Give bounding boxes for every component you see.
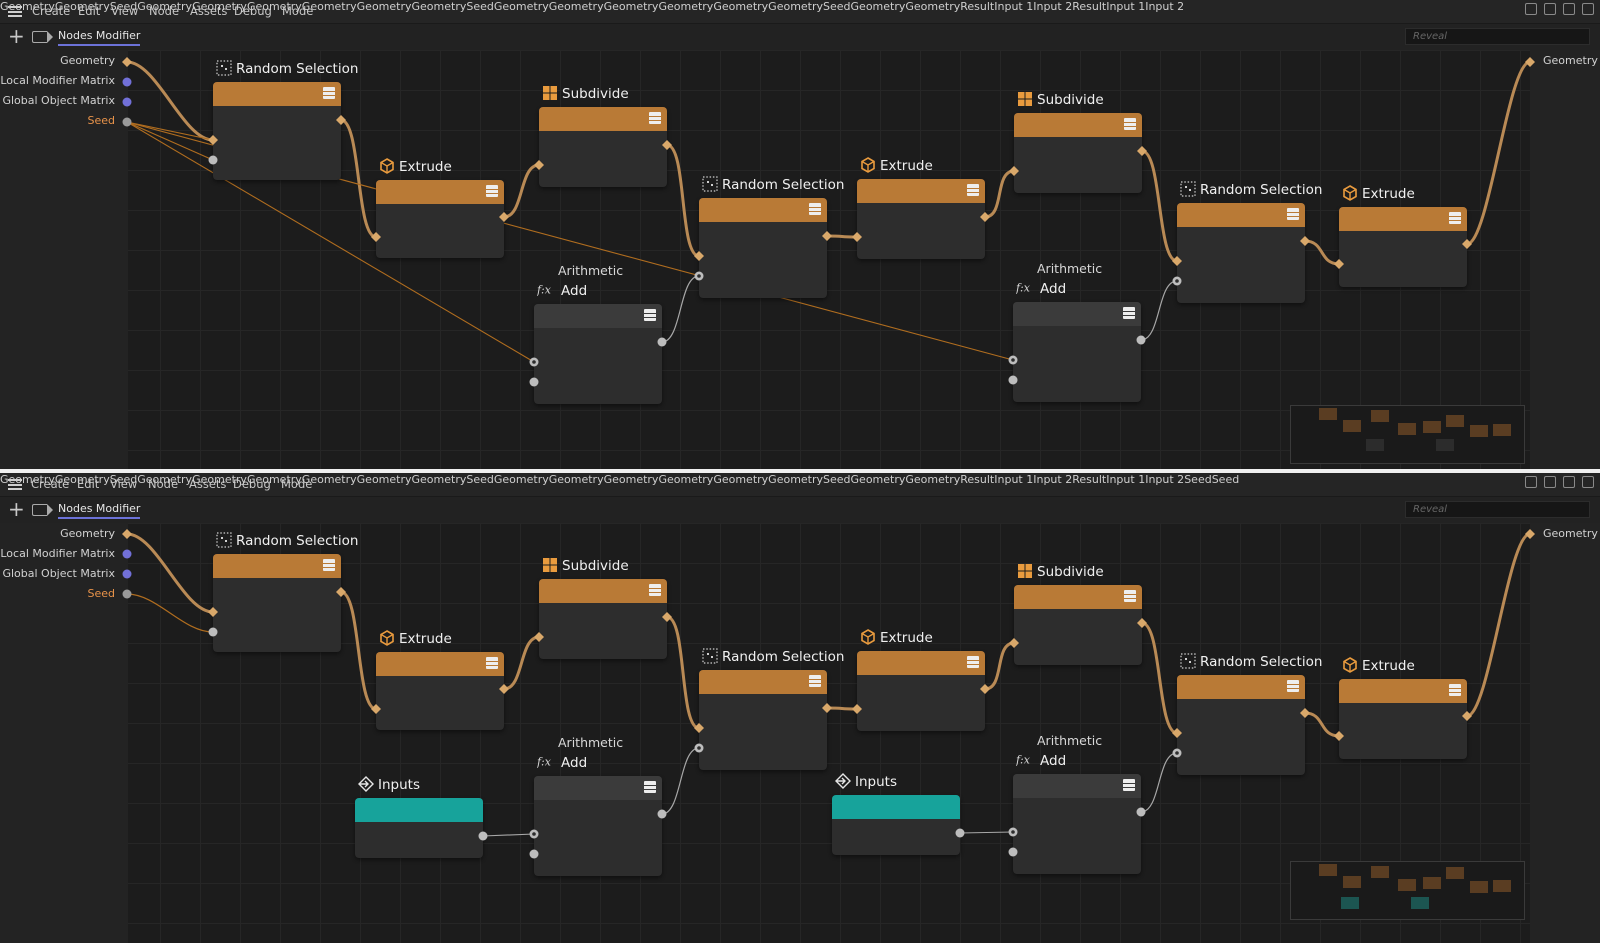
- node-ports: [208, 115, 1472, 387]
- input-port-ex2-1[interactable]: [852, 232, 862, 242]
- output-port-sd2[interactable]: [1137, 618, 1147, 628]
- minimap[interactable]: [1290, 861, 1525, 920]
- minimap-block: [1398, 423, 1416, 435]
- node-graph: Geometry Local Modifier Matrix Global Obje…: [0, 473, 1600, 943]
- minimap-block: [1470, 881, 1488, 893]
- output-port-in1[interactable]: [478, 831, 488, 841]
- input-port-rs1-1[interactable]: [208, 607, 218, 617]
- output-port-ad2[interactable]: [1136, 335, 1146, 345]
- output-port-rs2[interactable]: [822, 703, 832, 713]
- minimap-block: [1423, 421, 1441, 433]
- input-port-rs1-2[interactable]: [208, 155, 218, 165]
- input-port-sd2-1[interactable]: [1009, 166, 1019, 176]
- minimap-block: [1470, 425, 1488, 437]
- input-port-rs2-1[interactable]: [694, 251, 704, 261]
- output-port-ad2[interactable]: [1136, 807, 1146, 817]
- output-port-rs2[interactable]: [822, 231, 832, 241]
- input-port-rs1-1[interactable]: [208, 135, 218, 145]
- minimap-block: [1343, 876, 1361, 888]
- output-port-ex2[interactable]: [980, 212, 990, 222]
- input-port-ex1-1[interactable]: [371, 704, 381, 714]
- node-editor-bottom: Create Edit View Node Assets Debug Mode …: [0, 473, 1600, 943]
- node-editor-top: Create Edit View Node Assets Debug Mode …: [0, 0, 1600, 469]
- input-port-rs2-1[interactable]: [694, 723, 704, 733]
- minimap-block: [1341, 897, 1359, 909]
- input-port-ad1-2[interactable]: [529, 849, 539, 859]
- input-port-rs2-2-ring: [697, 746, 701, 750]
- output-port-rs3[interactable]: [1300, 236, 1310, 246]
- minimap-block: [1423, 877, 1441, 889]
- output-port-rs3[interactable]: [1300, 708, 1310, 718]
- input-port-ad2-1-ring: [1011, 830, 1015, 834]
- output-port-sd1[interactable]: [662, 612, 672, 622]
- minimap-block: [1493, 880, 1511, 892]
- input-port-rs1-2[interactable]: [208, 627, 218, 637]
- input-port-sd2-1[interactable]: [1009, 638, 1019, 648]
- minimap-block: [1446, 415, 1464, 427]
- output-port-ad1[interactable]: [657, 809, 667, 819]
- output-port-in2[interactable]: [955, 828, 965, 838]
- minimap-block: [1493, 424, 1511, 436]
- minimap-block: [1398, 879, 1416, 891]
- input-port-ex3-1[interactable]: [1334, 731, 1344, 741]
- input-port-ad1-2[interactable]: [529, 377, 539, 387]
- output-port-ex3[interactable]: [1462, 239, 1472, 249]
- output-port-rs1[interactable]: [336, 587, 346, 597]
- input-port-ad1-1-ring: [532, 360, 536, 364]
- minimap-block: [1411, 897, 1429, 909]
- minimap-block: [1319, 864, 1337, 876]
- input-port-ex3-1[interactable]: [1334, 259, 1344, 269]
- node-graph: Geometry Local Modifier Matrix Global Obje…: [0, 0, 1600, 469]
- minimap-block: [1436, 439, 1454, 451]
- input-port-rs3-1[interactable]: [1172, 256, 1182, 266]
- output-port-ad1[interactable]: [657, 337, 667, 347]
- input-port-ad2-1-ring: [1011, 358, 1015, 362]
- input-port-sd1-1[interactable]: [534, 632, 544, 642]
- input-port-ad2-2[interactable]: [1008, 375, 1018, 385]
- output-port-sd2[interactable]: [1137, 146, 1147, 156]
- output-port-ex2[interactable]: [980, 684, 990, 694]
- input-port-rs3-2-ring: [1175, 279, 1179, 283]
- input-port-ex2-1[interactable]: [852, 704, 862, 714]
- input-port-rs3-1[interactable]: [1172, 728, 1182, 738]
- input-port-ex1-1[interactable]: [371, 232, 381, 242]
- minimap-block: [1343, 420, 1361, 432]
- output-port-ex1[interactable]: [499, 684, 509, 694]
- minimap-block: [1446, 867, 1464, 879]
- input-port-ad1-1-ring: [532, 832, 536, 836]
- minimap-block: [1319, 408, 1337, 420]
- output-port-ex3[interactable]: [1462, 711, 1472, 721]
- output-port-sd1[interactable]: [662, 140, 672, 150]
- input-port-rs3-2-ring: [1175, 751, 1179, 755]
- minimap[interactable]: [1290, 405, 1525, 464]
- input-port-rs2-2-ring: [697, 274, 701, 278]
- minimap-block: [1371, 866, 1389, 878]
- minimap-block: [1371, 410, 1389, 422]
- input-port-sd1-1[interactable]: [534, 160, 544, 170]
- minimap-block: [1366, 439, 1384, 451]
- output-port-rs1[interactable]: [336, 115, 346, 125]
- output-port-ex1[interactable]: [499, 212, 509, 222]
- input-port-ad2-2[interactable]: [1008, 847, 1018, 857]
